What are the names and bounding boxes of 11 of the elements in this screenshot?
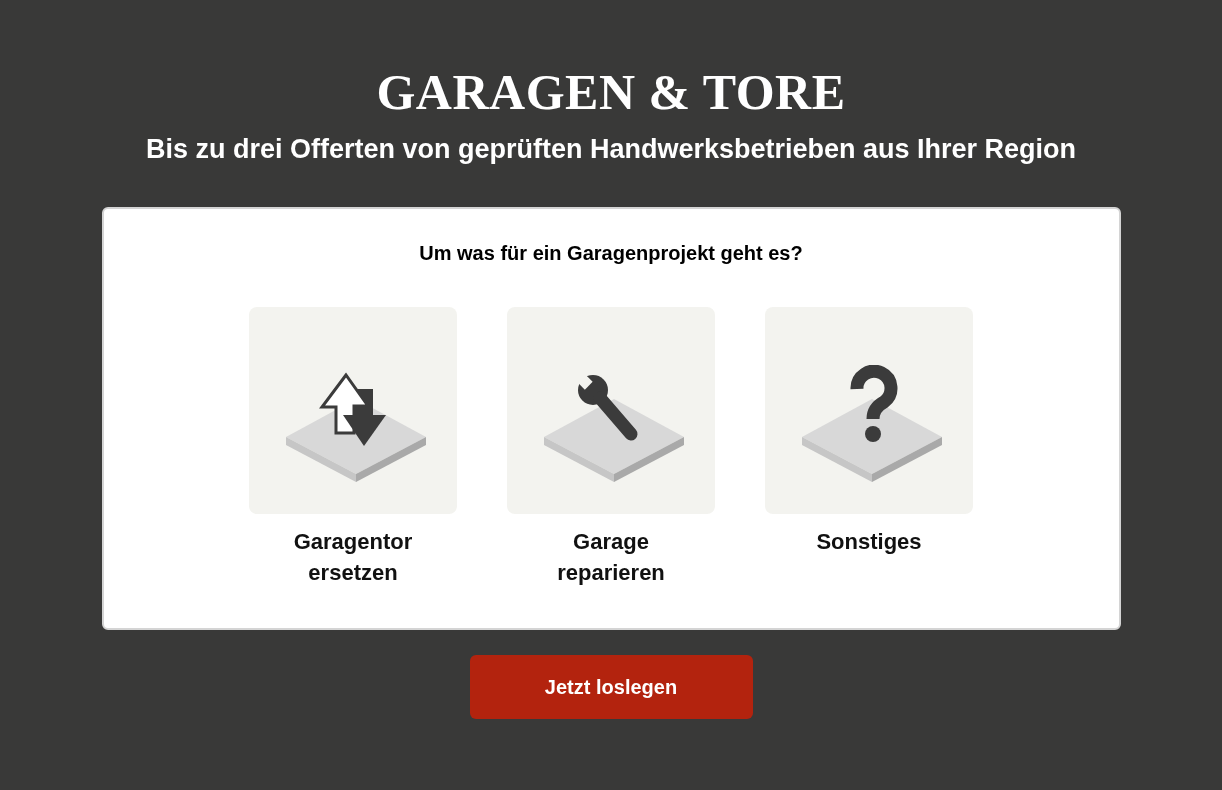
option-tile[interactable] bbox=[765, 307, 973, 514]
option-label: Sonstiges bbox=[815, 528, 923, 556]
option-label: Garagentor ersetzen bbox=[292, 528, 414, 587]
option-tile[interactable] bbox=[507, 307, 715, 514]
option-tile[interactable] bbox=[249, 307, 457, 514]
page-subtitle: Bis zu drei Offerten von geprüften Handwerksbetrieben aus Ihrer Region bbox=[145, 133, 1077, 166]
question-mark-on-platform-icon bbox=[801, 365, 943, 483]
page-title: GARAGEN & TORE bbox=[376, 63, 846, 122]
option-label: Garage reparieren bbox=[556, 528, 666, 587]
start-button[interactable]: Jetzt loslegen bbox=[469, 655, 753, 719]
question-text: Um was für ein Garagenprojekt geht es? bbox=[419, 241, 803, 266]
